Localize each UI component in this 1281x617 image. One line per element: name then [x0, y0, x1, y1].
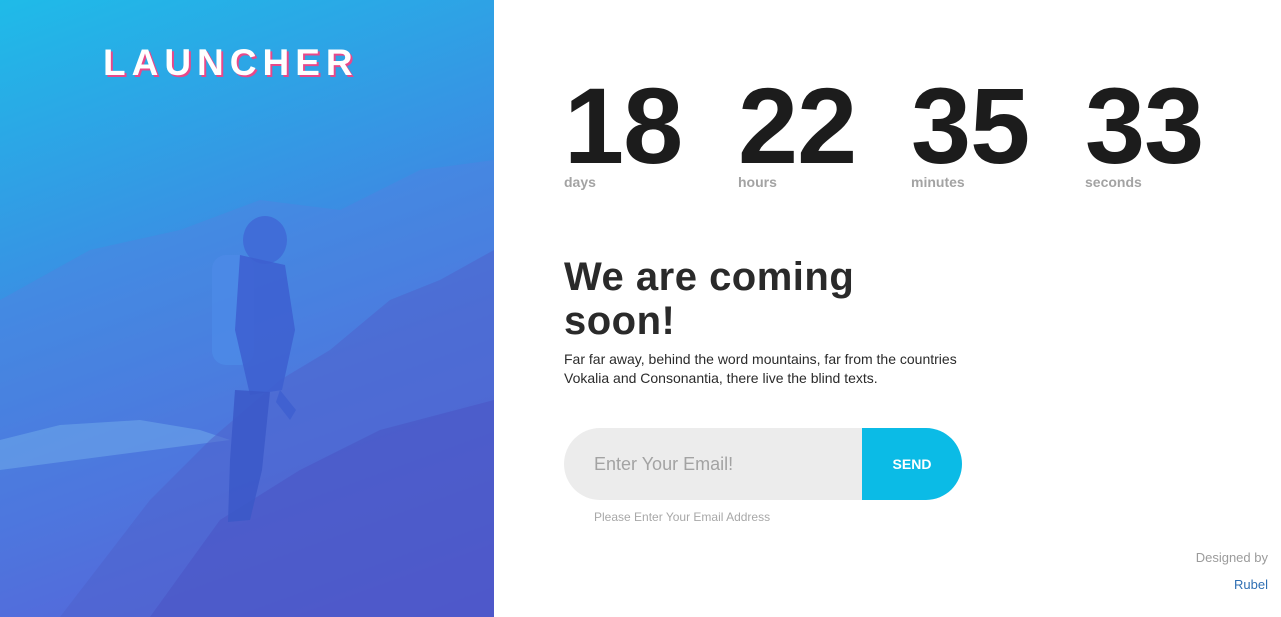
- countdown-days: 18 days: [564, 65, 683, 191]
- hero-panel: LAUNCHER: [0, 0, 494, 617]
- send-button[interactable]: SEND: [862, 428, 962, 500]
- email-input[interactable]: [564, 428, 874, 500]
- minutes-value: 35: [911, 65, 1030, 186]
- brand-logo: LAUNCHER: [103, 42, 359, 83]
- countdown-hours: 22 hours: [738, 65, 857, 191]
- days-value: 18: [564, 65, 683, 186]
- countdown-minutes: 35 minutes: [911, 65, 1030, 191]
- designer-link[interactable]: Rubel: [1196, 577, 1268, 592]
- page-heading: We are coming soon!: [564, 255, 855, 343]
- hours-value: 22: [738, 65, 857, 186]
- page-description: Far far away, behind the word mountains,…: [564, 351, 957, 386]
- seconds-value: 33: [1085, 65, 1204, 186]
- countdown-timer: 18 days 22 hours 35 minutes 33 seconds: [564, 65, 1264, 195]
- email-hint: Please Enter Your Email Address: [594, 510, 771, 524]
- countdown-seconds: 33 seconds: [1085, 65, 1204, 191]
- footer-credit: Designed by Rubel: [1196, 550, 1268, 592]
- subscribe-form: SEND: [564, 428, 962, 500]
- hiker-background-image: [0, 160, 494, 617]
- designed-by-text: Designed by: [1195, 550, 1268, 565]
